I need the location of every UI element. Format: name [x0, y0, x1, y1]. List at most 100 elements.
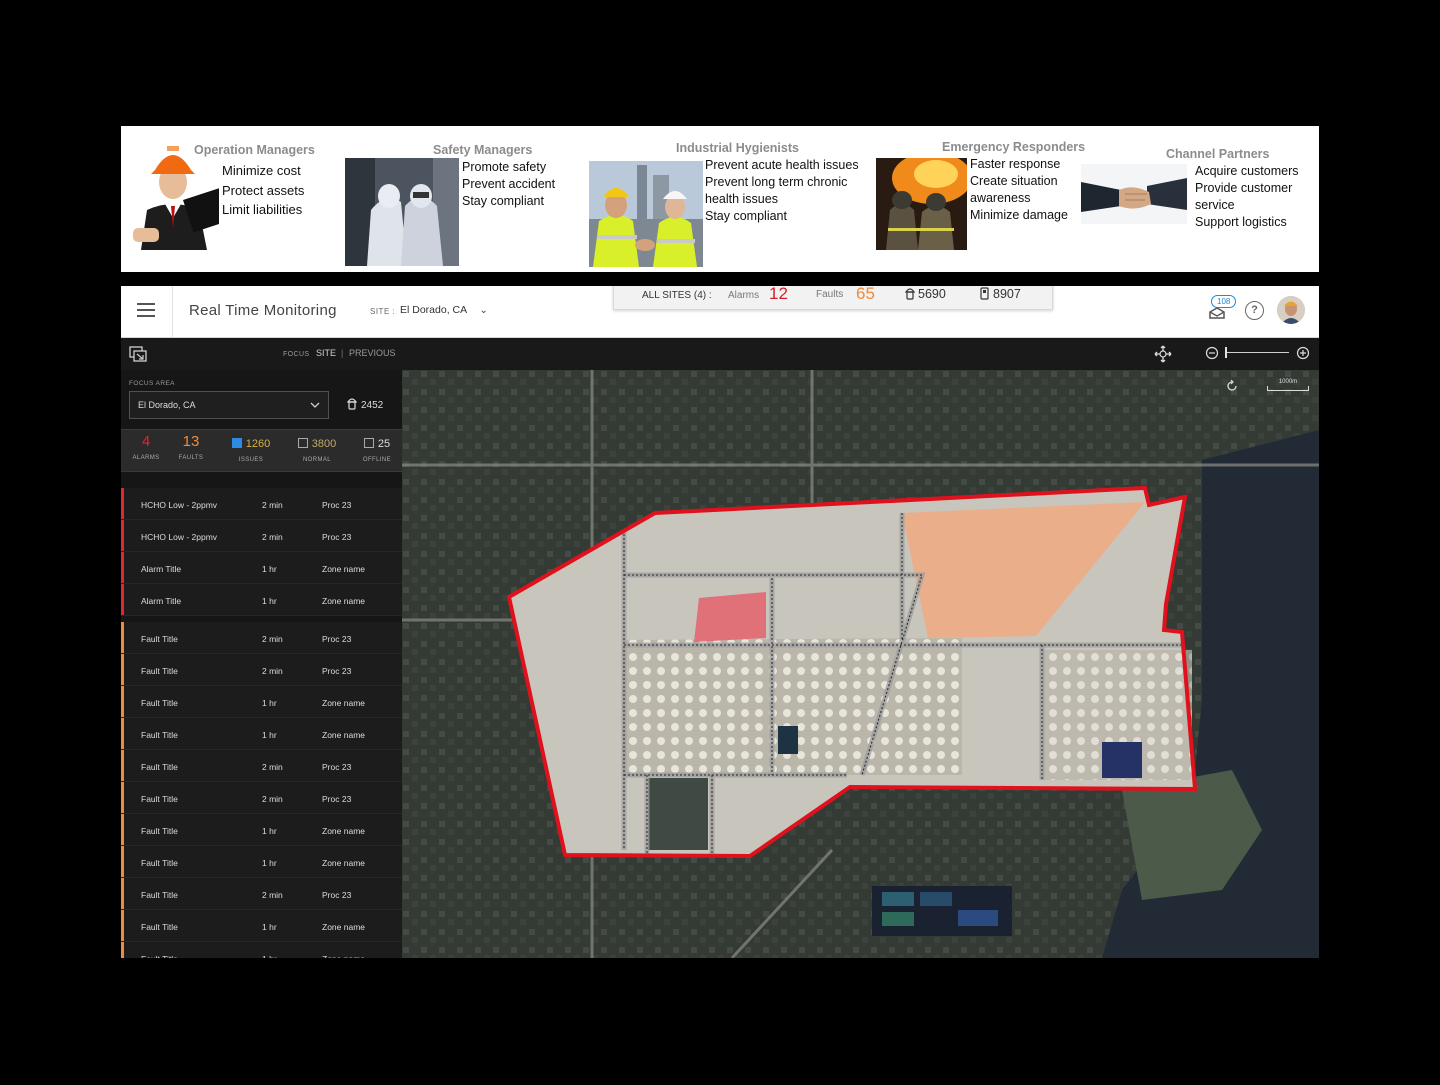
- row-time: 2 min: [262, 890, 283, 900]
- row-time: 1 hr: [262, 698, 277, 708]
- map-scale: 1000m: [1267, 379, 1309, 391]
- count-issues[interactable]: 1260 ISSUES: [227, 433, 275, 463]
- count-label: ALARMS: [132, 455, 160, 461]
- persona-goal: Prevent long term chronic: [705, 175, 848, 189]
- row-time: 2 min: [262, 762, 283, 772]
- offline-checkbox[interactable]: [363, 438, 374, 448]
- row-zone: Proc 23: [322, 794, 352, 804]
- persona-goal: Stay compliant: [462, 194, 544, 208]
- fault-list: Fault Title 2 min Proc 23 Fault Title 2 min P…: [121, 622, 402, 958]
- fault-row[interactable]: Fault Title 2 min Proc 23: [121, 782, 402, 814]
- row-zone: Proc 23: [322, 762, 352, 772]
- count-faults[interactable]: 13 FAULTS: [175, 433, 207, 461]
- alarms-total[interactable]: 12: [769, 286, 788, 304]
- count-label: ISSUES: [238, 457, 264, 463]
- fault-row[interactable]: Fault Title 1 hr Zone name: [121, 846, 402, 878]
- row-zone: Proc 23: [322, 500, 352, 510]
- issues-checkbox[interactable]: [231, 438, 242, 448]
- persona-title: Operation Managers: [194, 143, 315, 157]
- notification-badge: 108: [1211, 295, 1237, 308]
- site-map[interactable]: 1000m: [402, 370, 1319, 958]
- persona-goal: Promote safety: [462, 160, 547, 174]
- fault-severity-bar: [121, 622, 124, 653]
- alarm-severity-bar: [121, 520, 124, 551]
- fault-severity-bar: [121, 686, 124, 717]
- row-zone: Proc 23: [322, 634, 352, 644]
- rotate-icon[interactable]: [1225, 379, 1239, 393]
- persona-goal: awareness: [970, 191, 1031, 205]
- row-title: Fault Title: [141, 762, 178, 772]
- fault-row[interactable]: Fault Title 1 hr Zone name: [121, 910, 402, 942]
- row-title: HCHO Low - 2ppmv: [141, 500, 218, 510]
- row-zone: Zone name: [322, 922, 365, 932]
- persona-goal: Support logistics: [1195, 215, 1287, 229]
- persona-photo-safety-manager: [345, 158, 459, 266]
- row-title: Fault Title: [141, 954, 178, 958]
- avatar[interactable]: [1277, 296, 1305, 324]
- row-time: 2 min: [262, 666, 283, 676]
- row-title: Fault Title: [141, 826, 178, 836]
- fault-row[interactable]: Fault Title 1 hr Zone name: [121, 686, 402, 718]
- row-title: Fault Title: [141, 890, 178, 900]
- persona-goal: Protect assets: [222, 182, 305, 198]
- fault-row[interactable]: Fault Title 1 hr Zone name: [121, 942, 402, 958]
- row-zone: Zone name: [322, 698, 365, 708]
- fault-severity-bar: [121, 782, 124, 813]
- site-label: SITE :: [370, 307, 396, 316]
- zoom-out-icon[interactable]: [1205, 346, 1219, 360]
- count-offline[interactable]: 25 OFFLINE: [355, 433, 399, 463]
- zoom-slider-track[interactable]: [1225, 352, 1289, 353]
- devices-value: 8907: [993, 287, 1021, 301]
- fault-severity-bar: [121, 654, 124, 685]
- workers-value: 5690: [918, 287, 946, 301]
- fault-row[interactable]: Fault Title 2 min Proc 23: [121, 654, 402, 686]
- focus-area-select[interactable]: El Dorado, CA: [129, 391, 329, 419]
- worker-icon: [346, 398, 358, 410]
- persona-channel-partners: Channel Partners Acquire customers Provi…: [1081, 126, 1319, 272]
- fault-row[interactable]: Fault Title 1 hr Zone name: [121, 814, 402, 846]
- move-icon[interactable]: [1154, 345, 1172, 363]
- fault-row[interactable]: Fault Title 2 min Proc 23: [121, 622, 402, 654]
- persona-operation-managers: Operation Managers Minimize cost Protect…: [121, 126, 341, 272]
- focus-previous-link[interactable]: PREVIOUS: [349, 348, 396, 358]
- normal-checkbox[interactable]: [297, 438, 308, 448]
- all-sites-label: ALL SITES (4) :: [642, 290, 712, 301]
- devices-total[interactable]: 8907: [980, 287, 1021, 301]
- focus-area-label: FOCUS AREA: [129, 380, 175, 387]
- persona-photo-industrial-hygienist: [589, 161, 703, 267]
- workers-total[interactable]: 5690: [904, 287, 946, 301]
- row-title: Alarm Title: [141, 564, 182, 574]
- site-selector[interactable]: El Dorado, CA ⌄: [400, 304, 488, 316]
- row-zone: Zone name: [322, 954, 365, 958]
- persona-goal: Acquire customers: [1195, 164, 1299, 178]
- faults-total[interactable]: 65: [856, 286, 875, 304]
- hamburger-icon[interactable]: [137, 303, 155, 319]
- focus-site-link[interactable]: SITE: [316, 348, 336, 358]
- persona-goal: Limit liabilities: [222, 202, 303, 217]
- help-icon[interactable]: ?: [1245, 301, 1264, 320]
- persona-safety-managers: Safety Managers Promote safety Prevent a…: [341, 126, 587, 272]
- fault-row[interactable]: Fault Title 2 min Proc 23: [121, 878, 402, 910]
- fault-row[interactable]: Fault Title 2 min Proc 23: [121, 750, 402, 782]
- count-normal[interactable]: 3800 NORMAL: [291, 433, 343, 463]
- count-alarms[interactable]: 4 ALARMS: [131, 433, 161, 461]
- persona-goals: Faster response Create situation awarene…: [970, 156, 1068, 224]
- fault-row[interactable]: Fault Title 1 hr Zone name: [121, 718, 402, 750]
- zoom-slider-handle[interactable]: [1225, 347, 1227, 358]
- map-layer-icon[interactable]: [129, 346, 147, 362]
- alarm-row[interactable]: HCHO Low - 2ppmv 2 min Proc 23: [121, 488, 402, 520]
- persona-goal: service: [1195, 198, 1235, 212]
- fault-severity-bar: [121, 878, 124, 909]
- row-title: Fault Title: [141, 698, 178, 708]
- alarm-severity-bar: [121, 584, 124, 615]
- row-time: 2 min: [262, 500, 283, 510]
- alarm-row[interactable]: Alarm Title 1 hr Zone name: [121, 552, 402, 584]
- row-title: Fault Title: [141, 794, 178, 804]
- persona-title: Emergency Responders: [942, 140, 1086, 154]
- zoom-in-icon[interactable]: [1296, 346, 1310, 360]
- fault-severity-bar: [121, 750, 124, 781]
- fault-severity-bar: [121, 718, 124, 749]
- alarm-row[interactable]: HCHO Low - 2ppmv 2 min Proc 23: [121, 520, 402, 552]
- alarm-row[interactable]: Alarm Title 1 hr Zone name: [121, 584, 402, 616]
- zone-alarm-area: [694, 592, 766, 642]
